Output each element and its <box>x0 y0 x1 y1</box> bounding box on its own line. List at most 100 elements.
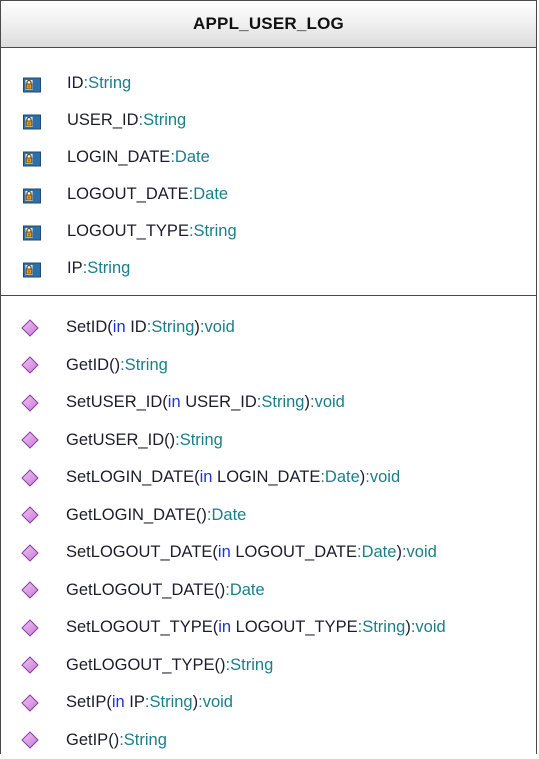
public-operation-icon <box>21 581 39 599</box>
operation-signature: GetIP():String <box>66 731 167 750</box>
uml-class-box[interactable]: APPL_USER_LOG ID:String USER_ID:String LOG… <box>0 0 537 754</box>
operation-row[interactable]: SetLOGIN_DATE(in LOGIN_DATE:Date):void <box>1 459 536 497</box>
operations-compartment: SetID(in ID:String):voidGetID():String Se… <box>1 296 536 759</box>
attribute-type: String <box>87 259 130 277</box>
operation-name: SetLOGOUT_DATE <box>66 543 212 561</box>
class-name: APPL_USER_LOG <box>193 14 344 34</box>
operation-name: SetIP <box>66 693 106 711</box>
operation-name: SetID <box>66 318 107 336</box>
operation-name: GetIP <box>66 731 108 749</box>
attribute-text: USER_ID:String <box>67 111 186 130</box>
operation-name: GetID <box>66 356 109 374</box>
attribute-row[interactable]: USER_ID:String <box>1 102 536 139</box>
attribute-name: LOGOUT_DATE <box>67 185 189 203</box>
return-type: Date <box>212 506 247 524</box>
operation-signature: SetUSER_ID(in USER_ID:String):void <box>66 393 345 412</box>
attribute-text: LOGOUT_DATE:Date <box>67 185 228 204</box>
operation-name: SetLOGOUT_TYPE <box>66 618 213 636</box>
public-operation-icon <box>21 656 39 674</box>
return-type: void <box>407 543 437 561</box>
attribute-type: Date <box>193 185 228 203</box>
private-attribute-icon <box>23 260 41 278</box>
param-direction: in <box>113 318 126 336</box>
return-type: void <box>203 693 233 711</box>
return-type: void <box>415 618 445 636</box>
class-header: APPL_USER_LOG <box>1 1 536 48</box>
param-direction: in <box>168 393 181 411</box>
return-type: void <box>370 468 400 486</box>
public-operation-icon <box>21 431 39 449</box>
private-attribute-icon <box>23 186 41 204</box>
param-name: USER_ID <box>185 393 257 411</box>
operation-row[interactable]: GetLOGOUT_DATE():Date <box>1 572 536 610</box>
param-direction: in <box>218 543 231 561</box>
public-operation-icon <box>21 356 39 374</box>
return-type: Date <box>230 581 265 599</box>
param-type: Date <box>362 543 397 561</box>
return-type: void <box>205 318 235 336</box>
return-type: String <box>230 656 273 674</box>
operation-signature: GetLOGIN_DATE():Date <box>66 506 246 525</box>
attribute-row[interactable]: ID:String <box>1 65 536 102</box>
param-name: LOGOUT_TYPE <box>236 618 358 636</box>
attribute-text: IP:String <box>67 259 130 278</box>
param-name: LOGOUT_DATE <box>235 543 357 561</box>
public-operation-icon <box>21 619 39 637</box>
public-operation-icon <box>21 506 39 524</box>
param-name: LOGIN_DATE <box>217 468 320 486</box>
param-name: IP <box>129 693 145 711</box>
public-operation-icon <box>21 469 39 487</box>
operation-row[interactable]: SetID(in ID:String):void <box>1 309 536 347</box>
private-attribute-icon <box>23 112 41 130</box>
operation-name: GetLOGOUT_DATE <box>66 581 214 599</box>
attribute-name: IP <box>67 259 83 277</box>
attribute-name: ID <box>67 74 84 92</box>
private-attribute-icon <box>23 75 41 93</box>
operation-name: GetLOGOUT_TYPE <box>66 656 215 674</box>
attribute-name: LOGOUT_TYPE <box>67 222 189 240</box>
operation-row[interactable]: SetLOGOUT_TYPE(in LOGOUT_TYPE:String):vo… <box>1 609 536 647</box>
operation-row[interactable]: GetUSER_ID():String <box>1 422 536 460</box>
attribute-text: ID:String <box>67 74 131 93</box>
param-direction: in <box>218 618 231 636</box>
operation-row[interactable]: GetLOGIN_DATE():Date <box>1 497 536 535</box>
param-direction: in <box>112 693 125 711</box>
attribute-row[interactable]: LOGOUT_TYPE:String <box>1 213 536 250</box>
param-type: Date <box>325 468 360 486</box>
return-type: String <box>124 731 167 749</box>
param-type: String <box>151 318 194 336</box>
operation-name: SetUSER_ID <box>66 393 162 411</box>
public-operation-icon <box>21 394 39 412</box>
operation-row[interactable]: SetIP(in IP:String):void <box>1 684 536 722</box>
operation-row[interactable]: SetUSER_ID(in USER_ID:String):void <box>1 384 536 422</box>
attribute-row[interactable]: IP:String <box>1 250 536 287</box>
operation-name: SetLOGIN_DATE <box>66 468 194 486</box>
operation-row[interactable]: GetIP():String <box>1 722 536 759</box>
attribute-row[interactable]: LOGOUT_DATE:Date <box>1 176 536 213</box>
public-operation-icon <box>21 694 39 712</box>
attribute-name: USER_ID <box>67 111 139 129</box>
public-operation-icon <box>21 319 39 337</box>
operation-signature: SetLOGIN_DATE(in LOGIN_DATE:Date):void <box>66 468 400 487</box>
operation-name: GetLOGIN_DATE <box>66 506 196 524</box>
attribute-text: LOGIN_DATE:Date <box>67 148 210 167</box>
private-attribute-icon <box>23 223 41 241</box>
attribute-type: String <box>143 111 186 129</box>
public-operation-icon <box>21 731 39 749</box>
operation-signature: GetUSER_ID():String <box>66 431 223 450</box>
operation-row[interactable]: GetLOGOUT_TYPE():String <box>1 647 536 685</box>
attribute-row[interactable]: LOGIN_DATE:Date <box>1 139 536 176</box>
attribute-text: LOGOUT_TYPE:String <box>67 222 237 241</box>
attributes-compartment: ID:StringUSER_ID:StringLOGIN_DATE:DateLO… <box>1 48 536 296</box>
param-type: String <box>261 393 304 411</box>
operation-signature: SetLOGOUT_TYPE(in LOGOUT_TYPE:String):vo… <box>66 618 446 637</box>
operation-name: GetUSER_ID <box>66 431 164 449</box>
operation-row[interactable]: GetID():String <box>1 347 536 385</box>
param-name: ID <box>130 318 147 336</box>
return-type: void <box>315 393 345 411</box>
attribute-name: LOGIN_DATE <box>67 148 170 166</box>
attribute-type: String <box>194 222 237 240</box>
operation-row[interactable]: SetLOGOUT_DATE(in LOGOUT_DATE:Date):void <box>1 534 536 572</box>
public-operation-icon <box>21 544 39 562</box>
operation-signature: SetLOGOUT_DATE(in LOGOUT_DATE:Date):void <box>66 543 437 562</box>
